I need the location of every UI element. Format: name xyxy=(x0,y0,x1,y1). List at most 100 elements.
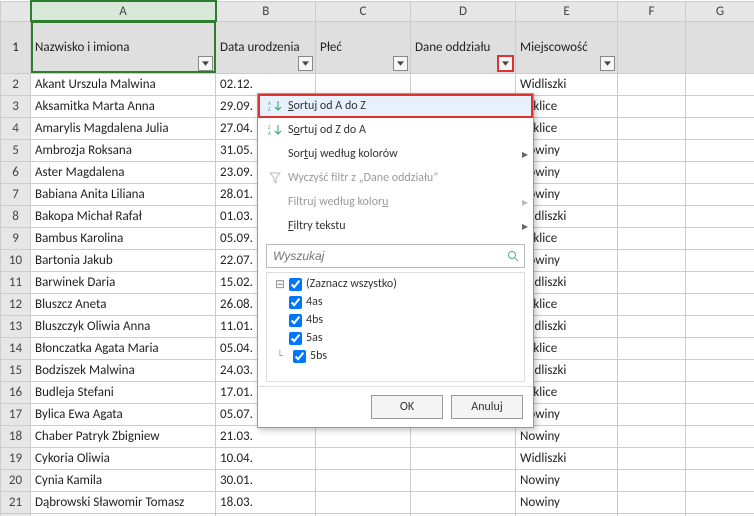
cell[interactable] xyxy=(618,161,686,183)
cell[interactable] xyxy=(686,227,754,249)
cell[interactable]: Barwinek Daria xyxy=(31,271,216,293)
cell[interactable] xyxy=(618,249,686,271)
cell[interactable]: Nowiny xyxy=(516,469,618,491)
cell[interactable] xyxy=(686,73,754,95)
cell[interactable] xyxy=(686,359,754,381)
row-header[interactable]: 15 xyxy=(1,359,31,381)
col-header-F[interactable]: F xyxy=(618,1,686,21)
cell[interactable] xyxy=(618,337,686,359)
col-header-C[interactable]: C xyxy=(316,1,411,21)
cell[interactable] xyxy=(686,469,754,491)
cell[interactable] xyxy=(686,95,754,117)
filter-select-all[interactable]: ⊟ (Zaznacz wszystko) xyxy=(267,275,524,293)
cell[interactable] xyxy=(686,139,754,161)
cell[interactable] xyxy=(618,293,686,315)
cell[interactable]: Amarylis Magdalena Julia xyxy=(31,117,216,139)
cell[interactable] xyxy=(316,469,411,491)
cell[interactable]: Aksamitka Marta Anna xyxy=(31,95,216,117)
row-header[interactable]: 18 xyxy=(1,425,31,447)
cell[interactable]: 30.01. xyxy=(216,469,316,491)
header-cell-A[interactable]: Nazwisko i imiona xyxy=(31,21,216,73)
cell[interactable]: Widliszki xyxy=(516,73,618,95)
row-header[interactable]: 19 xyxy=(1,447,31,469)
col-header-E[interactable]: E xyxy=(516,1,618,21)
cell[interactable] xyxy=(618,425,686,447)
cell[interactable]: Akant Urszula Malwina xyxy=(31,73,216,95)
cell[interactable] xyxy=(618,491,686,513)
col-header-G[interactable]: G xyxy=(686,1,754,21)
cell[interactable]: Babiana Anita Liliana xyxy=(31,183,216,205)
cell[interactable]: 02.12. xyxy=(216,73,316,95)
checkbox-value[interactable] xyxy=(289,332,302,345)
cell[interactable] xyxy=(411,425,516,447)
cell[interactable]: Bambus Karolina xyxy=(31,227,216,249)
filter-value-list[interactable]: ⊟ (Zaznacz wszystko) 4as 4bs 5as └ 5bs xyxy=(266,272,525,382)
cell[interactable] xyxy=(316,425,411,447)
cell[interactable] xyxy=(686,425,754,447)
row-header[interactable]: 3 xyxy=(1,95,31,117)
checkbox-value[interactable] xyxy=(289,296,302,309)
cell[interactable] xyxy=(618,359,686,381)
menu-text-filters[interactable]: Filtry tekstu ▸ xyxy=(258,214,533,238)
cell[interactable]: Cynia Kamila xyxy=(31,469,216,491)
cell[interactable]: Nowiny xyxy=(516,491,618,513)
filter-value-item[interactable]: └ 5bs xyxy=(267,347,524,365)
header-cell-E[interactable]: Miejscowość xyxy=(516,21,618,73)
row-header[interactable]: 14 xyxy=(1,337,31,359)
cell[interactable]: Chaber Patryk Zbigniew xyxy=(31,425,216,447)
cell[interactable] xyxy=(411,73,516,95)
cell[interactable] xyxy=(618,447,686,469)
col-header-A[interactable]: A xyxy=(31,1,216,21)
cell[interactable]: 18.03. xyxy=(216,491,316,513)
cell[interactable] xyxy=(411,447,516,469)
cell[interactable] xyxy=(618,227,686,249)
cell[interactable] xyxy=(618,271,686,293)
cell[interactable] xyxy=(618,73,686,95)
select-all-corner[interactable] xyxy=(1,1,31,21)
filter-value-item[interactable]: 4bs xyxy=(267,311,524,329)
col-header-B[interactable]: B xyxy=(216,1,316,21)
cell[interactable] xyxy=(686,381,754,403)
cell[interactable]: Budleja Stefani xyxy=(31,381,216,403)
row-header[interactable]: 4 xyxy=(1,117,31,139)
menu-sort-color[interactable]: Sortuj według kolorów ▸ xyxy=(258,142,533,166)
row-header[interactable]: 20 xyxy=(1,469,31,491)
cell[interactable] xyxy=(316,447,411,469)
cell[interactable] xyxy=(618,403,686,425)
row-header[interactable]: 21 xyxy=(1,491,31,513)
header-cell-C[interactable]: Płeć xyxy=(316,21,411,73)
cell[interactable] xyxy=(411,491,516,513)
cell[interactable]: Bluszczyk Oliwia Anna xyxy=(31,315,216,337)
cell[interactable] xyxy=(686,205,754,227)
row-header[interactable]: 17 xyxy=(1,403,31,425)
cell[interactable]: 10.04. xyxy=(216,447,316,469)
row-header[interactable]: 10 xyxy=(1,249,31,271)
cell[interactable] xyxy=(686,117,754,139)
row-header[interactable]: 2 xyxy=(1,73,31,95)
cell[interactable]: Bartonia Jakub xyxy=(31,249,216,271)
cell[interactable]: Dąbrowski Sławomir Tomasz xyxy=(31,491,216,513)
cell[interactable]: Bodziszek Malwina xyxy=(31,359,216,381)
cell[interactable] xyxy=(686,293,754,315)
cell[interactable] xyxy=(686,491,754,513)
cell[interactable] xyxy=(686,183,754,205)
cell[interactable] xyxy=(686,403,754,425)
row-header[interactable]: 5 xyxy=(1,139,31,161)
row-header[interactable]: 7 xyxy=(1,183,31,205)
cell[interactable] xyxy=(618,183,686,205)
cell[interactable] xyxy=(618,139,686,161)
ok-button[interactable]: OK xyxy=(371,395,443,419)
cell[interactable] xyxy=(686,315,754,337)
cell[interactable] xyxy=(411,469,516,491)
cell[interactable] xyxy=(316,491,411,513)
checkbox-value[interactable] xyxy=(289,314,302,327)
header-cell-G[interactable] xyxy=(686,21,754,73)
row-header[interactable]: 12 xyxy=(1,293,31,315)
row-header[interactable]: 16 xyxy=(1,381,31,403)
cell[interactable]: Cykoria Oliwia xyxy=(31,447,216,469)
filter-button-A[interactable] xyxy=(198,56,213,71)
cell[interactable] xyxy=(686,161,754,183)
cell[interactable]: Bakopa Michał Rafał xyxy=(31,205,216,227)
cell[interactable]: Bylica Ewa Agata xyxy=(31,403,216,425)
row-header[interactable]: 6 xyxy=(1,161,31,183)
